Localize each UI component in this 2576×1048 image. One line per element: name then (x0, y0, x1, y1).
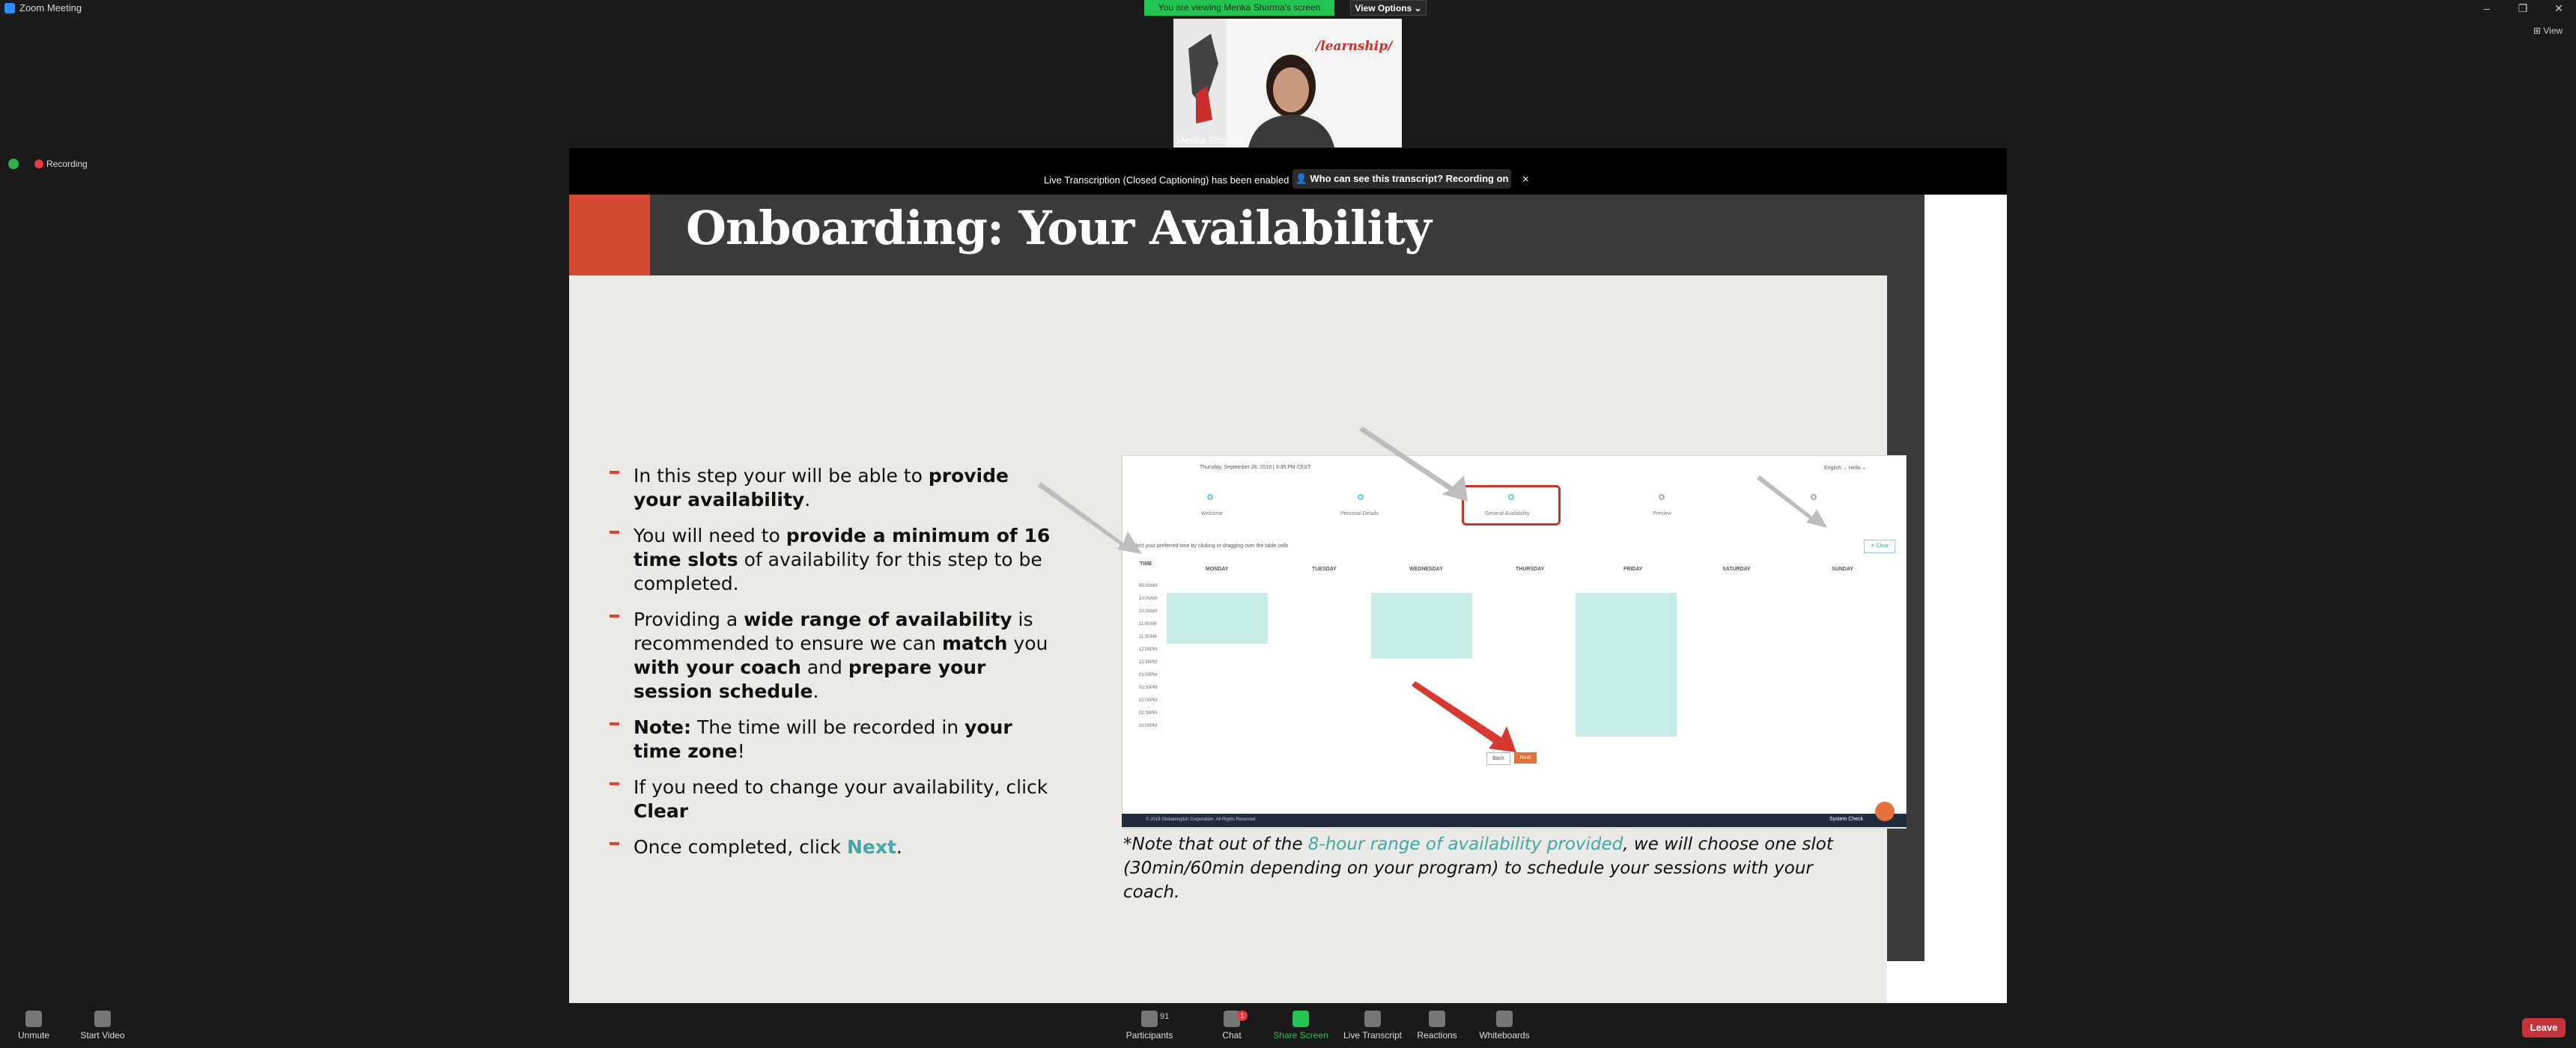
microphone-muted-icon (25, 1011, 42, 1027)
transcript-visibility-label: Who can see this transcript? Recording o… (1310, 173, 1509, 184)
bullet-item: You will need to provide a minimum of 16… (608, 524, 1057, 596)
restore-button[interactable]: ❐ (2506, 0, 2540, 16)
caption-notice-text: Live Transcription (Closed Captioning) h… (1044, 174, 1289, 186)
embed-footer-text: © 2019 Globalenglish Corporation. All Ri… (1146, 817, 1257, 822)
slide-title: Onboarding: Your Availability (686, 201, 1432, 255)
share-screen-button[interactable]: Share Screen (1267, 1011, 1334, 1041)
bullet-item: Providing a wide range of availability i… (608, 608, 1057, 704)
window-title: Zoom Meeting (19, 2, 82, 13)
participant-name: Menka Sharma (1176, 135, 1243, 146)
bullet-item: In this step your will be able to provid… (608, 464, 1057, 512)
share-screen-icon (1292, 1011, 1309, 1027)
start-video-button[interactable]: Start Video (69, 1011, 136, 1041)
whiteboard-icon (1496, 1011, 1513, 1027)
shield-icon[interactable] (8, 159, 19, 169)
slide-accent-block (569, 195, 650, 275)
bullet-item: If you need to change your availability,… (608, 776, 1057, 823)
reactions-button[interactable]: Reactions (1403, 1011, 1471, 1041)
caption-notice-bar (569, 148, 2007, 195)
recording-label[interactable]: Recording (46, 159, 88, 169)
participants-icon (1141, 1011, 1158, 1027)
leave-button[interactable]: Leave (2522, 1018, 2566, 1038)
embed-chat-fab-icon (1875, 802, 1895, 821)
embed-back-button: Back (1486, 752, 1510, 765)
bullet-item: Once completed, click Next. (608, 835, 1057, 859)
whiteboards-button[interactable]: Whiteboards (1471, 1011, 1538, 1041)
chat-button[interactable]: Chat (1198, 1011, 1266, 1041)
embed-status-text: System Check (1829, 817, 1864, 822)
person-icon: 👤 (1295, 173, 1310, 184)
embed-next-button: Next (1514, 752, 1537, 764)
recording-dot-icon (34, 159, 43, 168)
arrow-to-clear (1757, 475, 1827, 528)
participants-count: 91 (1160, 1012, 1170, 1021)
live-transcript-button[interactable]: Live Transcript (1339, 1011, 1406, 1041)
transcript-visibility-button[interactable]: 👤 Who can see this transcript? Recording… (1292, 169, 1511, 189)
reactions-icon (1429, 1011, 1445, 1027)
annotation-arrows (1038, 427, 1827, 752)
viewing-screen-banner: You are viewing Menka Sharma's screen (1144, 0, 1334, 16)
view-button[interactable]: ⊞ View (2533, 25, 2563, 36)
participant-video-tile[interactable]: /learnship/ (1173, 19, 1402, 147)
slide-bullet-list: In this step your will be able to provid… (608, 464, 1057, 871)
arrow-to-next (1412, 681, 1516, 752)
view-options-button[interactable]: View Options ⌄ (1350, 0, 1427, 16)
arrow-to-step (1359, 427, 1468, 502)
zoom-logo-icon (4, 3, 15, 13)
backdrop-logo-text: /learnship/ (1314, 39, 1394, 54)
participant-video-image: /learnship/ (1173, 19, 1402, 147)
minimize-button[interactable]: – (2470, 0, 2504, 16)
video-off-icon (94, 1011, 111, 1027)
close-caption-notice-button[interactable]: × (1522, 173, 1529, 186)
slide-footnote: *Note that out of the 8-hour range of av… (1123, 835, 1833, 902)
participants-button[interactable]: Participants (1116, 1011, 1183, 1041)
close-window-button[interactable]: ✕ (2542, 0, 2576, 16)
arrow-to-instruction (1038, 482, 1142, 554)
bullet-item: Note: The time will be recorded in your … (608, 716, 1057, 764)
unmute-button[interactable]: Unmute (0, 1011, 67, 1041)
chat-unread-badge: 1 (1237, 1011, 1248, 1021)
cc-icon (1364, 1011, 1381, 1027)
